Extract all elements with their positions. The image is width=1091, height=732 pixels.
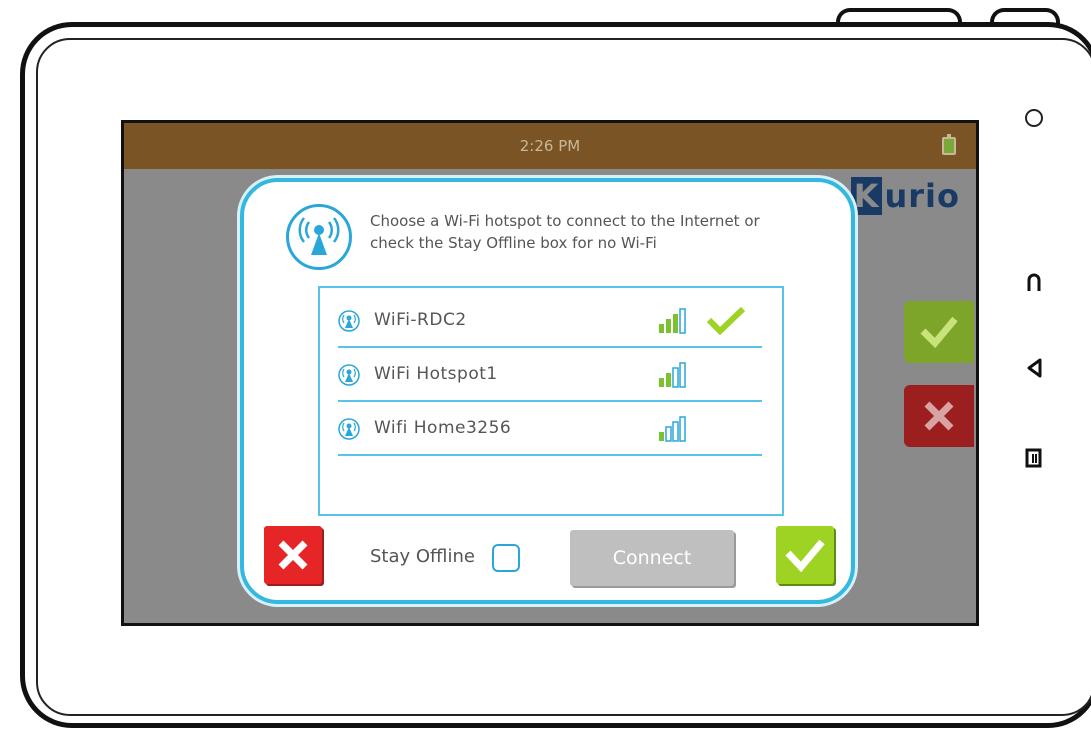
signal-strength-icon [659, 308, 686, 334]
device-camera-icon [1020, 104, 1048, 132]
connect-button[interactable]: Connect [570, 530, 734, 586]
network-row-wifi-hotspot1[interactable]: WiFi Hotspot1 [338, 348, 762, 402]
background-ok-button [904, 301, 974, 363]
selected-checkmark-icon [706, 306, 746, 336]
network-name: Wifi Home3256 [374, 418, 512, 438]
network-name: WiFi-RDC2 [374, 310, 467, 330]
home-button-icon[interactable] [1020, 268, 1048, 296]
wifi-antenna-icon [338, 418, 360, 440]
close-icon [278, 540, 308, 570]
wifi-dialog: Choose a Wi-Fi hotspot to connect to the… [240, 178, 855, 604]
checkmark-icon [785, 539, 825, 573]
status-time: 2:26 PM [519, 137, 581, 155]
background-cancel-button [904, 385, 974, 447]
network-name: WiFi Hotspot1 [374, 364, 498, 384]
dialog-prompt: Choose a Wi-Fi hotspot to connect to the… [370, 210, 820, 254]
stay-offline-checkbox[interactable] [492, 544, 520, 572]
network-row-wifi-home3256[interactable]: Wifi Home3256 [338, 402, 762, 456]
prompt-line-1: Choose a Wi-Fi hotspot to connect to the… [370, 212, 760, 230]
prompt-line-2: check the Stay Offline box for no Wi-Fi [370, 234, 657, 252]
ok-button[interactable] [776, 526, 834, 584]
wifi-antenna-icon [338, 364, 360, 386]
stay-offline-label: Stay Offline [370, 546, 475, 567]
wifi-antenna-icon [338, 310, 360, 332]
status-bar: 2:26 PM [124, 123, 976, 169]
cancel-button[interactable] [264, 526, 322, 584]
signal-strength-icon [659, 362, 686, 388]
kurio-logo: Kurio [850, 177, 960, 215]
wifi-antenna-icon [286, 204, 352, 270]
signal-strength-icon [659, 416, 686, 442]
battery-charging-icon [942, 134, 956, 155]
menu-button-icon[interactable] [1020, 444, 1048, 472]
back-button-icon[interactable] [1020, 354, 1048, 382]
network-list: WiFi-RDC2 WiFi Hotspot1 Wifi Home3256 [318, 286, 784, 516]
network-row-wifi-rdc2[interactable]: WiFi-RDC2 [338, 294, 762, 348]
